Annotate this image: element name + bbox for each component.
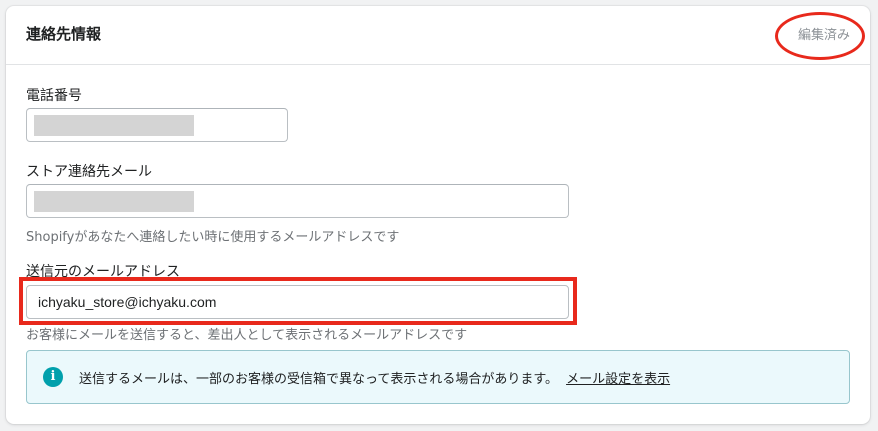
annotation-circle: [775, 12, 865, 60]
info-icon: i: [43, 367, 63, 387]
banner-text: 送信するメールは、一部のお客様の受信箱で異なって表示される場合があります。: [79, 372, 559, 387]
redacted-value: [34, 115, 194, 136]
banner-message: 送信するメールは、一部のお客様の受信箱で異なって表示される場合があります。 メール…: [79, 368, 670, 387]
phone-input[interactable]: [26, 108, 288, 142]
store-email-label: ストア連絡先メール: [26, 164, 152, 180]
section-title: 連絡先情報: [26, 25, 102, 43]
sender-email-help: お客様にメールを送信すると、差出人として表示されるメールアドレスです: [26, 328, 468, 343]
store-email-help: Shopifyがあなたへ連絡したい時に使用するメールアドレスです: [26, 230, 400, 245]
phone-label: 電話番号: [26, 88, 82, 104]
view-email-settings-link[interactable]: メール設定を表示: [566, 372, 670, 387]
contact-info-card: 連絡先情報 編集済み 電話番号 ストア連絡先メール Shopifyがあなたへ連絡…: [6, 6, 870, 424]
info-banner: i 送信するメールは、一部のお客様の受信箱で異なって表示される場合があります。メ…: [26, 350, 850, 404]
redacted-value: [34, 191, 194, 212]
store-email-input[interactable]: [26, 184, 569, 218]
card-header: 連絡先情報 編集済み: [6, 6, 870, 65]
sender-email-label: 送信元のメールアドレス: [26, 264, 180, 280]
sender-email-input[interactable]: [26, 285, 569, 319]
